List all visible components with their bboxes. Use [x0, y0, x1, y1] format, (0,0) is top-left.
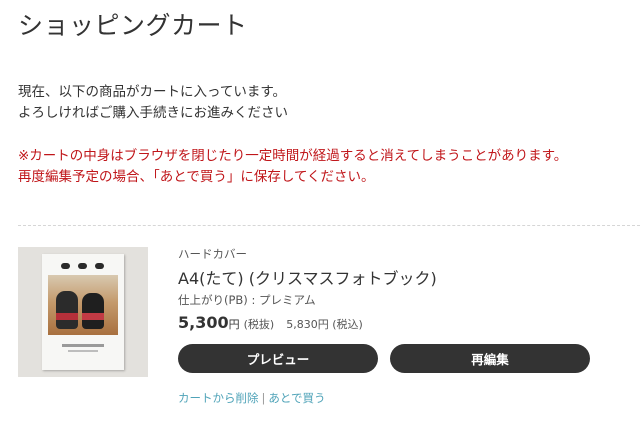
cover-title-mark [62, 344, 104, 347]
product-thumbnail [18, 247, 148, 377]
dog-figure-left [56, 291, 78, 329]
item-action-links: カートから削除 | あとで買う [178, 390, 326, 406]
re-edit-button[interactable]: 再編集 [390, 344, 590, 373]
dog-scarf-left [56, 313, 78, 320]
intro-line-1: 現在、以下の商品がカートに入っています。 [18, 84, 286, 100]
dog-figure-right [82, 293, 104, 329]
cover-subtitle-mark [68, 350, 98, 352]
save-for-later-link[interactable]: あとで買う [268, 391, 325, 405]
warning-line-1: ※カートの中身はブラウザを閉じたり一定時間が経過すると消えてしまうことがあります… [18, 148, 568, 164]
dog-scarf-right [82, 313, 104, 320]
link-separator: | [261, 391, 266, 405]
cart-intro-text: 現在、以下の商品がカートに入っています。 よろしければご購入手続きにお進みくださ… [18, 82, 288, 124]
tax-excluded-label: (税抜) [243, 318, 275, 331]
cart-warning-text: ※カートの中身はブラウザを閉じたり一定時間が経過すると消えてしまうことがあります… [18, 146, 567, 188]
cover-hole-left [61, 263, 70, 269]
price-tax-included: 5,830円 (税込) [286, 318, 363, 331]
intro-line-2: よろしければご購入手続きにお進みください [18, 105, 288, 121]
photobook-cover-image [42, 254, 124, 370]
remove-from-cart-link[interactable]: カートから削除 [178, 391, 259, 405]
cover-hole-center [78, 263, 87, 269]
product-finish: 仕上がり(PB) : プレミアム [178, 293, 316, 307]
page-title: ショッピングカート [18, 11, 248, 40]
warning-line-2: 再度編集予定の場合、「あとで買う」に保存してください。 [18, 169, 375, 185]
price-value: 5,300 [178, 313, 229, 332]
product-name: A4(たて) (クリスマスフォトブック) [178, 269, 437, 288]
product-cover-type: ハードカバー [178, 247, 247, 261]
preview-button[interactable]: プレビュー [178, 344, 378, 373]
section-divider [18, 225, 640, 226]
cover-hole-right [95, 263, 104, 269]
price-unit: 円 [228, 318, 240, 331]
cover-photo [48, 275, 118, 335]
price-row: 5,300円 (税抜) 5,830円 (税込) [178, 313, 363, 332]
